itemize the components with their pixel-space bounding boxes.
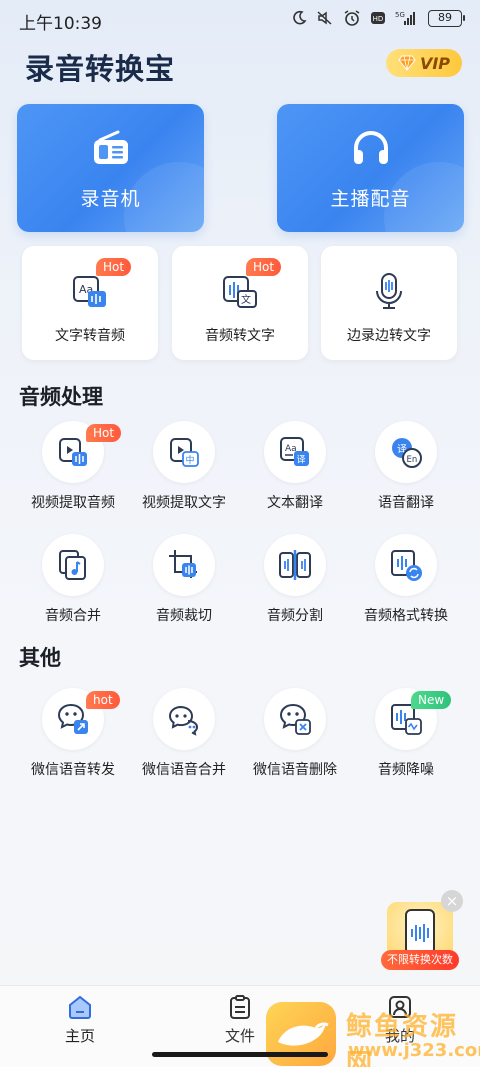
radio-icon (92, 128, 130, 168)
wechat-merge-icon (168, 705, 199, 736)
audio-crop-item[interactable]: 音频裁切 (129, 534, 239, 625)
audio-merge-label: 音频合并 (45, 608, 101, 624)
nav-home-label: 主页 (64, 1027, 95, 1045)
svg-text:中: 中 (186, 454, 195, 466)
audio-to-text-icon: 文 (220, 271, 260, 311)
hot-badge: Hot (86, 424, 122, 442)
unlimited-conversion-promo[interactable]: × 不限转换次数 (381, 890, 463, 972)
recorder-label: 录音机 (80, 188, 141, 210)
headphones-icon (351, 128, 391, 168)
text-to-audio-card[interactable]: Aa Hot 文字转音频 (22, 246, 158, 360)
audio-crop-icon (169, 550, 197, 578)
status-time: 上午10:39 (19, 14, 102, 34)
status-bar: 上午10:39 HD 5G 89 (0, 0, 480, 38)
recorder-card[interactable]: 录音机 (17, 104, 204, 232)
other-section-title: 其他 (19, 646, 61, 670)
text-translate-icon: Aa译 (280, 437, 309, 466)
record-transcribe-label: 边录边转文字 (347, 328, 431, 344)
audio-to-text-card[interactable]: 文 Hot 音频转文字 (172, 246, 308, 360)
vip-button[interactable]: VIP (386, 49, 462, 77)
wechat-forward-item[interactable]: hot 微信语音转发 (18, 688, 128, 779)
svg-text:5G: 5G (395, 11, 405, 19)
audio-merge-icon (59, 550, 86, 580)
voice-translate-item[interactable]: 译 En 语音翻译 (351, 421, 461, 512)
wechat-delete-icon (279, 703, 311, 735)
hot-badge: Hot (96, 258, 132, 276)
audio-split-item[interactable]: 音频分割 (240, 534, 350, 625)
audio-split-label: 音频分割 (267, 608, 323, 624)
svg-text:En: En (407, 455, 418, 465)
text-to-audio-label: 文字转音频 (55, 328, 125, 344)
audio-crop-label: 音频裁切 (156, 608, 212, 624)
text-translate-label: 文本翻译 (267, 495, 323, 511)
vip-label: VIP (419, 53, 451, 73)
hd-icon: HD (371, 12, 385, 24)
signal-icon: 5G (395, 11, 415, 25)
promo-close-button[interactable]: × (441, 890, 463, 912)
svg-text:HD: HD (373, 15, 384, 23)
audio-split-icon (279, 550, 311, 580)
audio-format-convert-label: 音频格式转换 (364, 608, 448, 624)
svg-text:译: 译 (297, 455, 306, 466)
wechat-forward-label: 微信语音转发 (31, 762, 115, 778)
video-extract-audio-item[interactable]: Hot 视频提取音频 (18, 421, 128, 512)
noise-reduction-item[interactable]: New 音频降噪 (351, 688, 461, 779)
video-extract-text-item[interactable]: 中 视频提取文字 (129, 421, 239, 512)
mute-icon (317, 11, 332, 25)
audio-merge-item[interactable]: 音频合并 (18, 534, 128, 625)
record-transcribe-card[interactable]: 边录边转文字 (321, 246, 457, 360)
profile-icon (389, 996, 411, 1018)
video-extract-text-label: 视频提取文字 (142, 495, 226, 511)
new-badge: New (411, 691, 452, 709)
nav-profile-label: 我的 (384, 1027, 415, 1045)
voice-translate-icon: 译En (392, 438, 422, 468)
video-extract-audio-label: 视频提取音频 (31, 495, 115, 511)
text-to-audio-icon: Aa (70, 271, 110, 311)
moon-icon (293, 10, 307, 25)
status-icons: HD 5G 89 (291, 9, 465, 27)
alarm-icon (344, 10, 360, 26)
nav-file[interactable]: 文件 (195, 994, 285, 1046)
video-extract-text-icon: 中 (170, 438, 199, 467)
diamond-icon (398, 55, 416, 71)
promo-label: 不限转换次数 (381, 950, 459, 970)
audio-to-text-label: 音频转文字 (205, 328, 275, 344)
dubbing-card[interactable]: 主播配音 (277, 104, 464, 232)
hot-badge: Hot (246, 258, 282, 276)
audio-format-convert-item[interactable]: 音频格式转换 (351, 534, 461, 625)
app-title: 录音转换宝 (25, 52, 176, 86)
audio-section-title: 音频处理 (19, 385, 103, 409)
dubbing-label: 主播配音 (330, 188, 411, 210)
noise-reduction-label: 音频降噪 (378, 762, 434, 778)
nav-file-label: 文件 (224, 1027, 255, 1045)
text-translate-item[interactable]: Aa 译 文本翻译 (240, 421, 350, 512)
microphone-icon (369, 271, 409, 311)
home-indicator[interactable] (152, 1052, 328, 1057)
wechat-merge-item[interactable]: 微信语音合并 (129, 688, 239, 779)
hot-badge: hot (86, 691, 120, 709)
voice-translate-label: 语音翻译 (378, 495, 434, 511)
battery-indicator: 89 (428, 9, 465, 27)
home-icon (69, 995, 91, 1019)
nav-home[interactable]: 主页 (35, 994, 125, 1046)
wechat-delete-label: 微信语音删除 (253, 762, 337, 778)
audio-format-convert-icon (391, 550, 422, 581)
wechat-merge-label: 微信语音合并 (142, 762, 226, 778)
file-icon (230, 995, 250, 1019)
svg-text:文: 文 (241, 293, 251, 306)
nav-profile[interactable]: 我的 (355, 994, 445, 1046)
wechat-delete-item[interactable]: 微信语音删除 (240, 688, 350, 779)
